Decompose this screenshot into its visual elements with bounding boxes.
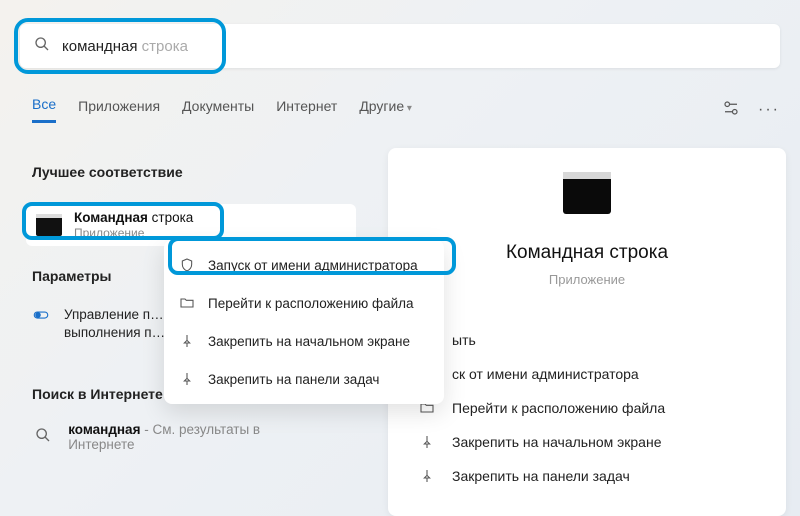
search-typed-text: командная (62, 38, 138, 55)
search-input[interactable]: командная строка (62, 38, 188, 55)
preview-pin-start-label: Закрепить на начальном экране (452, 434, 662, 450)
parameters-heading: Параметры (32, 268, 112, 284)
preview-run-as-admin-label: ск от имени администратора (452, 366, 639, 382)
tab-more[interactable]: Другие (359, 98, 412, 122)
search-icon (32, 422, 54, 448)
preview-pin-taskbar[interactable]: Закрепить на панели задач (418, 467, 786, 485)
tab-apps[interactable]: Приложения (78, 98, 160, 122)
best-match-heading: Лучшее соответствие (32, 164, 183, 180)
pin-icon (418, 433, 436, 451)
pin-icon (178, 332, 196, 350)
web-search-heading: Поиск в Интернете (32, 386, 163, 402)
pin-icon (178, 370, 196, 388)
web-search-item[interactable]: командная - См. результаты в Интернете (32, 422, 292, 452)
tab-all[interactable]: Все (32, 96, 56, 123)
menu-run-as-admin-label: Запуск от имени администратора (208, 258, 418, 273)
menu-run-as-admin[interactable]: Запуск от имени администратора (164, 246, 444, 284)
folder-icon (178, 294, 196, 312)
menu-pin-taskbar-label: Закрепить на панели задач (208, 372, 379, 387)
parameter-label: Управление п…выполнения п… (64, 306, 165, 341)
menu-pin-start-label: Закрепить на начальном экране (208, 334, 410, 349)
context-menu: Запуск от имени администратора Перейти к… (164, 240, 444, 404)
preview-open[interactable]: ыть (418, 331, 786, 349)
search-ghost-text: строка (138, 38, 188, 55)
toggle-icon (32, 306, 50, 324)
preview-run-as-admin[interactable]: ск от имени администратора (418, 365, 786, 383)
preview-pin-taskbar-label: Закрепить на панели задач (452, 468, 630, 484)
best-match-title: Командная строка (74, 210, 193, 226)
menu-open-file-location-label: Перейти к расположению файла (208, 296, 414, 311)
shield-icon (178, 256, 196, 274)
cmd-app-icon (36, 214, 62, 236)
preview-title: Командная строка (506, 242, 668, 264)
preview-app-icon (563, 172, 611, 214)
quick-actions-icon[interactable] (722, 99, 740, 120)
menu-pin-taskbar[interactable]: Закрепить на панели задач (164, 360, 444, 398)
pin-icon (418, 467, 436, 485)
preview-open-file-location[interactable]: Перейти к расположению файла (418, 399, 786, 417)
tab-documents[interactable]: Документы (182, 98, 254, 122)
best-match-subtitle: Приложение (74, 226, 193, 240)
preview-open-label: ыть (452, 332, 476, 348)
preview-pin-start[interactable]: Закрепить на начальном экране (418, 433, 786, 451)
menu-open-file-location[interactable]: Перейти к расположению файла (164, 284, 444, 322)
filter-tabs: Все Приложения Документы Интернет Другие… (32, 96, 780, 123)
preview-open-file-location-label: Перейти к расположению файла (452, 400, 665, 416)
preview-panel: Командная строка Приложение ыть ск от им… (388, 148, 786, 516)
preview-subtitle: Приложение (549, 272, 625, 287)
web-search-text: командная - См. результаты в Интернете (68, 422, 292, 452)
menu-pin-start[interactable]: Закрепить на начальном экране (164, 322, 444, 360)
parameter-item[interactable]: Управление п…выполнения п… (32, 306, 172, 341)
search-icon (34, 36, 50, 57)
search-bar[interactable]: командная строка (20, 24, 780, 68)
tab-internet[interactable]: Интернет (276, 98, 337, 122)
more-options-icon[interactable]: ··· (758, 101, 780, 119)
